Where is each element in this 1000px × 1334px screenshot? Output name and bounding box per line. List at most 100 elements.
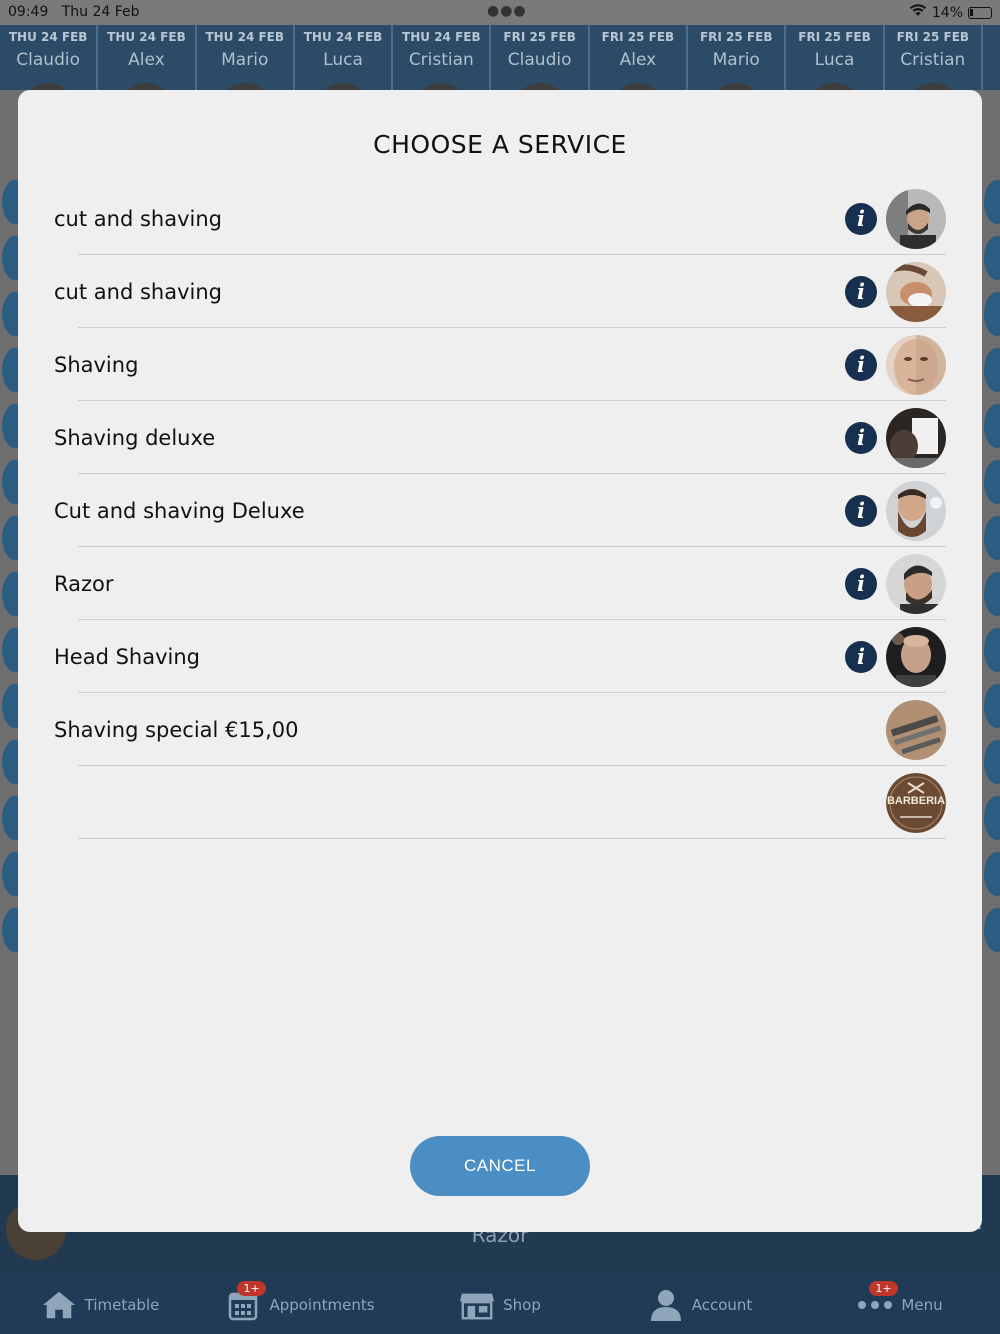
service-label: Shaving deluxe — [54, 425, 216, 450]
info-icon[interactable]: i — [845, 203, 877, 235]
staff-name: Cristian — [900, 50, 966, 70]
timetable-slot — [984, 460, 1000, 504]
home-icon — [41, 1289, 77, 1321]
battery-percent: 14% — [931, 4, 963, 21]
info-icon[interactable]: i — [845, 276, 877, 308]
timetable-slot — [984, 740, 1000, 784]
timetable-slot — [984, 180, 1000, 224]
staff-date: THU 24 FEB — [303, 30, 383, 44]
staff-avatar — [511, 83, 568, 90]
service-thumbnail — [886, 700, 946, 760]
info-icon[interactable]: i — [845, 495, 877, 527]
staff-column[interactable]: FRI 25 FEB Luca — [786, 25, 885, 90]
calendar-icon: 1+ — [225, 1280, 266, 1321]
staff-name: Cristian — [408, 50, 474, 70]
tab-label: Appointments — [269, 1295, 375, 1314]
staff-date: FRI 25 FEB — [896, 30, 970, 44]
service-thumbnail — [886, 554, 946, 614]
staff-avatar — [315, 83, 372, 90]
service-row[interactable]: BARBERIA — [18, 766, 982, 839]
service-row[interactable]: cut and shaving i — [18, 255, 982, 328]
service-row[interactable]: Cut and shaving Deluxe i — [18, 474, 982, 547]
staff-name: Claudio — [507, 50, 572, 70]
staff-name: Luca — [323, 50, 363, 70]
timetable-slot — [984, 628, 1000, 672]
service-row[interactable]: Head Shaving i — [18, 620, 982, 693]
staff-avatar — [609, 83, 666, 90]
staff-date: THU 24 FEB — [205, 30, 285, 44]
service-label: Shaving special €15,00 — [54, 717, 299, 742]
staff-date: THU 24 FEB — [107, 30, 186, 44]
barberia-logo-text: BARBERIA — [886, 795, 946, 807]
tab-appointments[interactable]: 1+ Appointments — [200, 1275, 400, 1334]
staff-column[interactable]: THU 24 FEB Alex — [98, 25, 197, 90]
tab-timetable[interactable]: Timetable — [0, 1275, 200, 1334]
timetable-slot — [984, 684, 1000, 728]
staff-avatar — [708, 83, 765, 90]
staff-column[interactable]: FRI 25 FEB Alex — [590, 25, 689, 90]
staff-name: Mario — [712, 50, 760, 70]
service-thumbnail — [886, 481, 946, 541]
staff-date: FRI 25 FEB — [798, 30, 871, 44]
battery-icon — [968, 6, 992, 19]
wifi-icon — [909, 4, 927, 21]
staff-column[interactable]: THU 24 FEB Luca — [295, 25, 394, 90]
staff-name: Alex — [128, 50, 165, 70]
staff-column[interactable]: THU 24 FEB Mario — [197, 25, 295, 90]
service-row[interactable]: Razor i — [18, 547, 982, 620]
info-icon[interactable]: i — [845, 422, 877, 454]
dialog-title: CHOOSE A SERVICE — [373, 130, 627, 159]
staff-avatar — [806, 83, 863, 90]
timetable-slot — [984, 852, 1000, 896]
tab-label: Shop — [503, 1295, 541, 1314]
info-icon[interactable]: i — [845, 641, 877, 673]
info-icon[interactable]: i — [845, 568, 877, 600]
status-bar: 09:49 Thu 24 Feb ●●● 14% — [0, 0, 1000, 25]
timetable-slot — [984, 516, 1000, 560]
service-thumbnail — [886, 262, 946, 322]
service-row[interactable]: cut and shaving i — [18, 182, 982, 255]
service-label: Razor — [54, 571, 114, 596]
staff-date: FRI 25 FEB — [699, 30, 773, 44]
staff-column[interactable]: FRI 25 FEB Mario — [688, 25, 787, 90]
barberia-logo: BARBERIA — [886, 773, 946, 833]
timetable-slot — [984, 348, 1000, 392]
staff-date: FRI 25 FEB — [601, 30, 675, 44]
appointments-badge: 1+ — [237, 1280, 266, 1296]
staff-header: THU 24 FEB Claudio THU 24 FEB Alex THU 24 FE… — [0, 25, 1000, 90]
staff-column[interactable]: THU 24 FEB Claudio — [0, 25, 99, 90]
info-icon[interactable]: i — [845, 349, 877, 381]
shop-icon — [459, 1289, 495, 1321]
choose-service-dialog: CHOOSE A SERVICE cut and shaving i cut a… — [18, 90, 982, 1232]
staff-avatar — [118, 83, 175, 90]
service-thumbnail — [886, 627, 946, 687]
divider — [78, 838, 946, 839]
timetable-slot — [984, 796, 1000, 840]
timetable-slot — [984, 404, 1000, 448]
tab-shop[interactable]: Shop — [400, 1275, 600, 1334]
service-row[interactable]: Shaving deluxe i — [18, 401, 982, 474]
staff-column[interactable]: THU 24 FEB Cristian — [393, 25, 492, 90]
service-thumbnail — [886, 408, 946, 468]
staff-name: Claudio — [16, 50, 80, 70]
service-row[interactable]: Shaving i — [18, 328, 982, 401]
timetable-slot — [984, 572, 1000, 616]
staff-column[interactable]: FRI 25 FEB Cristian — [885, 25, 983, 90]
staff-avatar — [216, 83, 273, 90]
menu-badge: 1+ — [869, 1280, 898, 1296]
staff-date: THU 24 FEB — [402, 30, 481, 44]
staff-avatar — [413, 83, 470, 90]
service-label: Cut and shaving Deluxe — [54, 498, 305, 523]
service-label: cut and shaving — [54, 206, 222, 231]
staff-avatar — [20, 83, 77, 90]
timetable-slot — [984, 236, 1000, 280]
cancel-button[interactable]: CANCEL — [410, 1136, 590, 1196]
status-time: 09:49 Thu 24 Feb — [8, 4, 140, 20]
service-row[interactable]: Shaving special €15,00 — [18, 693, 982, 766]
multitasking-dots-icon[interactable]: ●●● — [487, 3, 527, 19]
tab-account[interactable]: Account — [600, 1275, 800, 1334]
service-thumbnail — [886, 335, 946, 395]
staff-name: Luca — [814, 50, 855, 70]
tab-menu[interactable]: 1+ Menu — [800, 1275, 1000, 1334]
staff-column[interactable]: FRI 25 FEB Claudio — [491, 25, 590, 90]
